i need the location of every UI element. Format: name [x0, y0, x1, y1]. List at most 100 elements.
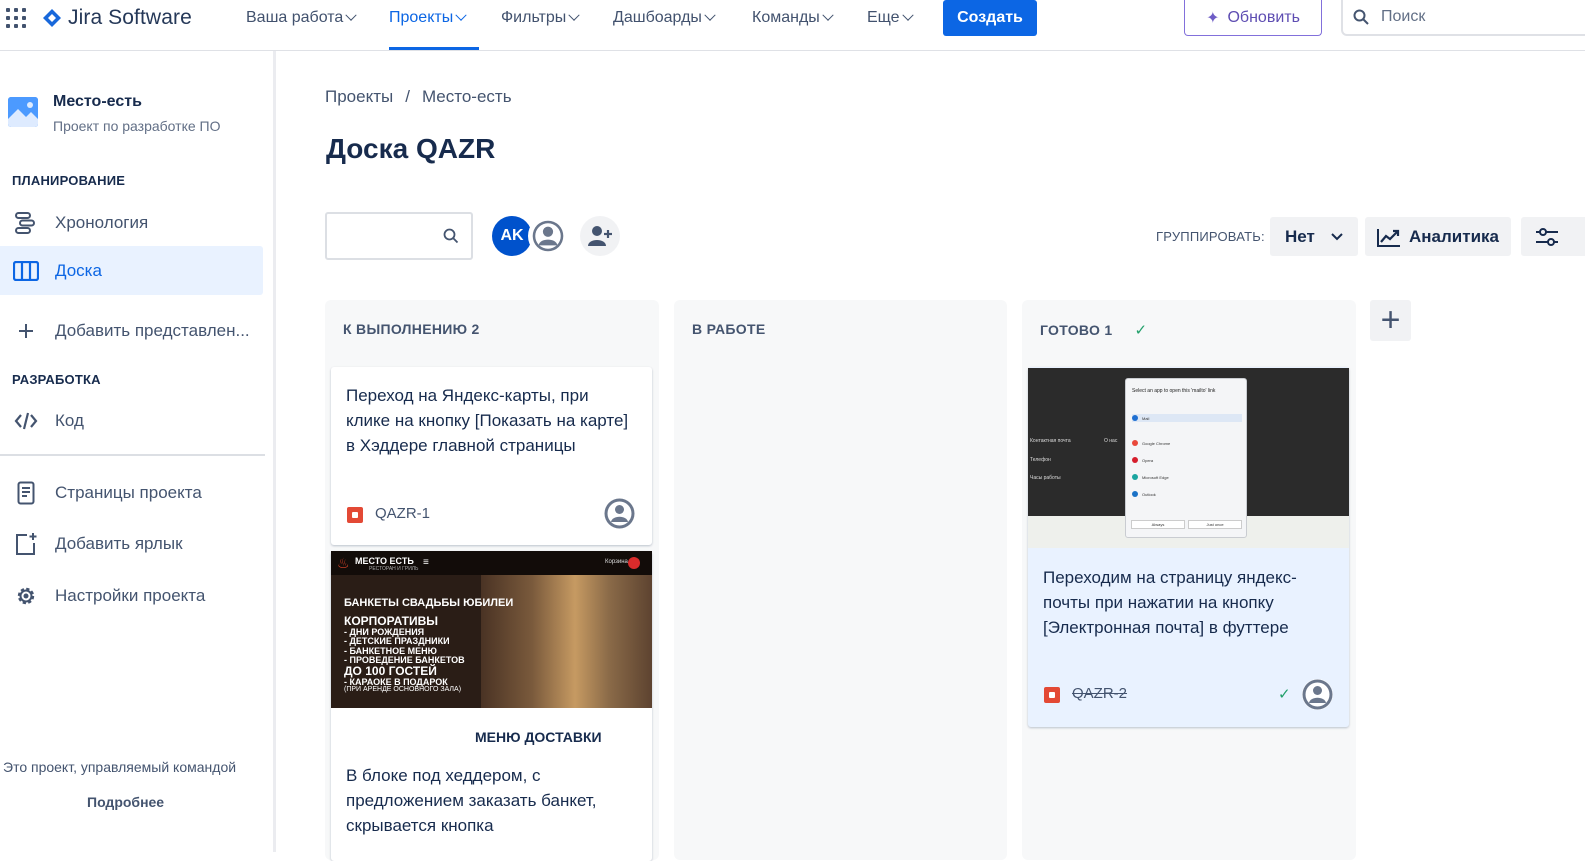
promo-line: (ПРИ АРЕНДЕ ОСНОВНОГО ЗАЛА): [344, 686, 462, 693]
card-key[interactable]: QAZR-1: [375, 505, 430, 522]
top-navigation-bar: Jira Software Ваша работа Проекты Фильтр…: [0, 0, 1585, 51]
edge-icon: [1132, 474, 1138, 480]
avatar-ak[interactable]: AK: [492, 216, 532, 256]
chevron-down-icon: [704, 9, 716, 21]
app-option: Mail: [1132, 414, 1242, 422]
sidebar-item-code[interactable]: Код: [0, 396, 263, 445]
card-key[interactable]: QAZR-2: [1072, 685, 1127, 702]
sidebar-item-label: Страницы проекта: [55, 482, 202, 502]
issue-card-qazr-1[interactable]: Переход на Яндекс-карты, при клике на кн…: [331, 367, 652, 545]
always-button: Always: [1131, 520, 1185, 529]
sidebar-item-project-pages[interactable]: Страницы проекта: [0, 468, 263, 517]
column-title: ГОТОВО 1: [1040, 322, 1113, 338]
chrome-icon: [1132, 440, 1138, 446]
sidebar-item-label: Добавить ярлык: [55, 533, 183, 553]
breadcrumb-separator: /: [405, 87, 410, 106]
timeline-icon: [12, 210, 40, 236]
sidebar-item-label: Доска: [55, 260, 102, 280]
app-option: Outlook: [1132, 490, 1242, 498]
sidebar-item-project-settings[interactable]: Настройки проекта: [0, 571, 263, 620]
nav-more[interactable]: Еще: [867, 6, 914, 30]
app-name: Outlook: [1142, 491, 1156, 497]
active-nav-underline: [389, 47, 479, 50]
menu-icon: ≡: [423, 557, 429, 568]
column-title[interactable]: В РАБОТЕ: [692, 321, 765, 337]
nav-dashboards[interactable]: Дашбоарды: [613, 6, 716, 30]
group-by-value: Нет: [1285, 226, 1315, 246]
user-avatar-icon: [532, 220, 564, 252]
app-option: Microsoft Edge: [1132, 473, 1242, 481]
chevron-down-icon: [901, 9, 914, 21]
search-placeholder: Поиск: [1381, 8, 1426, 25]
flame-icon: ♨: [337, 555, 350, 571]
jira-logo[interactable]: Jira Software: [42, 4, 192, 32]
nav-label: Фильтры: [501, 9, 567, 26]
sidebar-item-timeline[interactable]: Хронология: [0, 198, 263, 247]
global-search-input[interactable]: Поиск: [1341, 0, 1585, 36]
add-people-button[interactable]: [580, 216, 620, 256]
app-name: Opera: [1142, 457, 1154, 463]
avatar-unassigned[interactable]: [528, 216, 568, 256]
cart-icon: [628, 557, 640, 569]
create-button[interactable]: Создать: [943, 0, 1037, 36]
analytics-button[interactable]: Аналитика: [1365, 217, 1511, 256]
dialog-title: Select an app to open this 'mailto' link: [1132, 388, 1216, 394]
column-title-wrap[interactable]: ГОТОВО 1 ✓: [1040, 321, 1147, 339]
promo-line: ДО 100 ГОСТЕЙ: [344, 664, 437, 678]
user-avatar-icon: [604, 498, 635, 529]
learn-more-link[interactable]: Подробнее: [87, 794, 164, 810]
project-type: Проект по разработке ПО: [53, 118, 221, 134]
nav-your-work[interactable]: Ваша работа: [246, 6, 357, 30]
promo-cart: Корзина: [605, 559, 628, 565]
nav-filters[interactable]: Фильтры: [501, 6, 580, 30]
outlook-icon: [1132, 491, 1138, 497]
column-title[interactable]: К ВЫПОЛНЕНИЮ 2: [343, 321, 480, 337]
board-search-input[interactable]: [325, 212, 473, 260]
upgrade-button[interactable]: ✦ Обновить: [1184, 0, 1322, 36]
card-summary: Переходим на страницу яндекс-почты при н…: [1043, 568, 1297, 637]
breadcrumb-project[interactable]: Место-есть: [422, 87, 512, 107]
jira-diamond-icon: [43, 9, 61, 27]
promo-line: КОРПОРАТИВЫ: [344, 614, 439, 628]
resolved-check-icon: ✓: [1278, 686, 1291, 703]
project-avatar[interactable]: [8, 97, 38, 127]
open-with-dialog: Select an app to open this 'mailto' link…: [1125, 378, 1247, 538]
breadcrumb-projects[interactable]: Проекты: [325, 87, 393, 107]
page-icon: [12, 480, 40, 506]
view-settings-button[interactable]: [1521, 217, 1585, 256]
project-sidebar: Место-есть Проект по разработке ПО ПЛАНИ…: [0, 51, 276, 852]
sidebar-item-add-view[interactable]: Добавить представлен...: [0, 306, 263, 355]
project-name[interactable]: Место-есть: [53, 93, 142, 111]
app-switcher-icon[interactable]: [6, 8, 26, 28]
shot-text: О нас: [1104, 438, 1118, 444]
board-icon: [12, 258, 40, 284]
chart-icon: [1377, 228, 1400, 247]
add-column-button[interactable]: +: [1370, 300, 1411, 341]
code-icon: [12, 408, 40, 434]
nav-teams[interactable]: Команды: [752, 6, 834, 30]
shot-text: Часы работы: [1030, 475, 1061, 481]
chevron-down-icon: [455, 9, 467, 21]
card-assignee-avatar[interactable]: [1302, 679, 1333, 710]
search-icon: [1353, 9, 1369, 25]
card-assignee-avatar[interactable]: [604, 498, 635, 529]
card-summary: Переход на Яндекс-карты, при клике на кн…: [346, 386, 629, 455]
product-name: Jira Software: [68, 6, 192, 29]
sidebar-item-label: Хронология: [55, 212, 149, 232]
app-name: Microsoft Edge: [1142, 474, 1169, 480]
story-type-icon: [347, 507, 363, 523]
analytics-label: Аналитика: [1409, 226, 1499, 246]
sidebar-item-board[interactable]: Доска: [0, 246, 263, 295]
group-by-select[interactable]: Нет: [1270, 217, 1358, 256]
story-type-icon: [1044, 687, 1060, 703]
nav-projects[interactable]: Проекты: [389, 6, 467, 30]
section-development-title: РАЗРАБОТКА: [12, 372, 101, 387]
sidebar-item-add-shortcut[interactable]: Добавить ярлык: [0, 519, 263, 568]
app-option: Google Chrome: [1132, 439, 1242, 447]
nav-label: Еще: [867, 9, 900, 26]
card-cover-image: ♨ МЕСТО ЕСТЬ РЕСТОРАН И ГРИЛЬ ≡ Корзина …: [331, 551, 652, 708]
card-cover-screenshot: Контактная почта О нас Телефон Часы рабо…: [1028, 368, 1349, 548]
search-icon: [443, 228, 459, 244]
breadcrumb: Проекты / Место-есть: [325, 87, 512, 107]
just-once-button: Just once: [1188, 520, 1242, 529]
